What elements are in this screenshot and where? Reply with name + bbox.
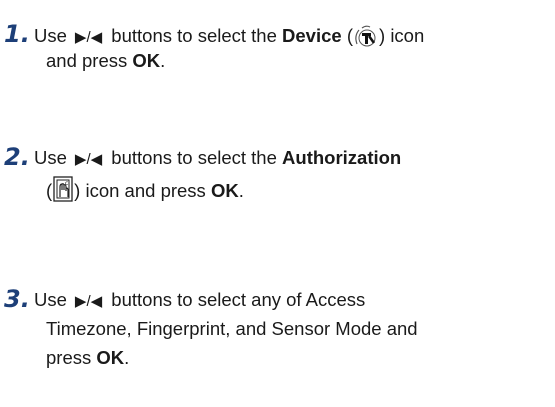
arrow-buttons: ▶/◀ xyxy=(74,293,103,310)
arrow-buttons: ▶/◀ xyxy=(74,151,103,168)
svg-text:c: c xyxy=(65,180,68,187)
step-line: press OK. xyxy=(46,347,130,368)
ok-key: OK xyxy=(96,347,125,368)
device-icon xyxy=(353,24,379,53)
step-line: and press OK. xyxy=(46,50,166,71)
step-line: Use ▶/◀ buttons to select the Device ( ) … xyxy=(34,24,424,53)
arrow-buttons: ▶/◀ xyxy=(74,29,103,46)
ok-key: OK xyxy=(210,180,239,201)
ok-key: OK xyxy=(132,50,161,71)
authorization-icon: c xyxy=(52,175,74,208)
step-number: 3. xyxy=(4,285,30,313)
device-label: Device xyxy=(282,25,342,46)
step-line: Use ▶/◀ buttons to select the Authorizati… xyxy=(34,147,401,171)
step-line: ( c ) icon and press OK. xyxy=(46,175,244,208)
authorization-label: Authorization xyxy=(282,147,402,168)
step-number: 2. xyxy=(4,143,30,171)
step-line: Use ▶/◀ buttons to select any of Access xyxy=(34,289,365,313)
step-line: Timezone, Fingerprint, and Sensor Mode a… xyxy=(46,318,418,339)
step-number: 1. xyxy=(4,20,30,48)
